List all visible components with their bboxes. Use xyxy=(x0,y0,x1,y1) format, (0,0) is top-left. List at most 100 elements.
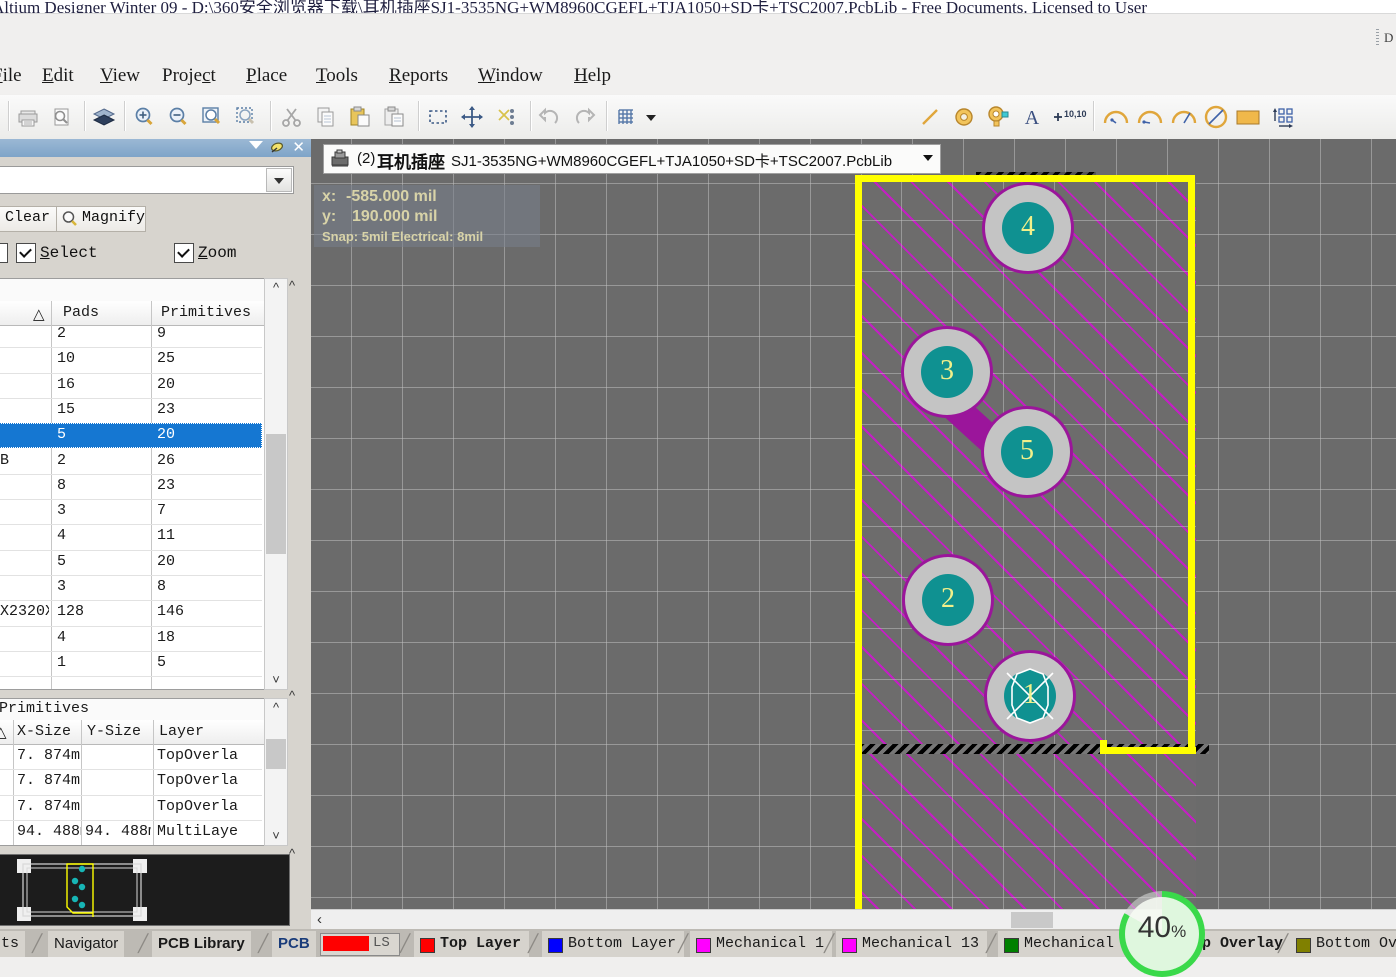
panel-tab-pcb-library[interactable]: PCB Library xyxy=(152,931,251,957)
column-header-pads[interactable]: Pads xyxy=(63,304,99,321)
component-preview[interactable] xyxy=(0,854,290,926)
table-cell-pads[interactable]: 8 xyxy=(57,477,147,494)
move-icon[interactable] xyxy=(458,103,486,131)
chevron-down-icon[interactable] xyxy=(249,141,263,149)
menu-item-edit[interactable]: Edit xyxy=(36,64,80,88)
window-grip[interactable]: D xyxy=(1372,26,1394,48)
string-icon[interactable]: A xyxy=(1018,103,1046,131)
scroll-up-icon[interactable]: ^ xyxy=(265,699,287,717)
menu-item-place[interactable]: Place xyxy=(240,64,293,88)
menu-item-project[interactable]: Project xyxy=(156,64,222,88)
print-icon[interactable] xyxy=(14,103,42,131)
table-cell-xsize[interactable]: 94. 488mi xyxy=(17,823,81,840)
panel-tab-pcb[interactable]: PCB xyxy=(272,931,316,957)
table-cell-primitives[interactable]: 5 xyxy=(157,654,257,671)
canvas-hscrollbar[interactable]: ‹ xyxy=(311,909,1396,930)
layer-tab-bottom-layer[interactable]: Bottom Layer xyxy=(542,931,685,957)
redo-icon[interactable] xyxy=(570,103,598,131)
via-icon[interactable] xyxy=(984,103,1012,131)
menu-item-tools[interactable]: Tools xyxy=(310,64,364,88)
layer-tab-mechanical-13[interactable]: Mechanical 13 xyxy=(836,931,988,957)
table-cell-xsize[interactable]: 7. 874mil xyxy=(17,747,81,764)
table-cell-pads[interactable]: 5 xyxy=(57,426,147,443)
menu-item-file[interactable]: File xyxy=(0,64,28,88)
table-cell-layer[interactable]: TopOverla xyxy=(157,798,257,815)
magnify-button[interactable]: Magnify xyxy=(56,206,146,232)
mask-filter-input[interactable] xyxy=(0,166,294,194)
layer-tab-top-layer[interactable]: Top Layer xyxy=(414,931,530,957)
table-cell-primitives[interactable]: 26 xyxy=(157,452,257,469)
scrollbar-thumb[interactable] xyxy=(266,739,286,769)
pad-4[interactable]: 4 xyxy=(985,185,1071,271)
close-icon[interactable]: ✕ xyxy=(292,138,305,156)
table-cell-pads[interactable]: 10 xyxy=(57,350,147,367)
table-cell-primitives[interactable]: 18 xyxy=(157,629,257,646)
pcb-canvas[interactable]: 4 3 5 2 1 x: -585.000 mil y: 190.000 mil… xyxy=(311,139,1396,929)
table-cell-pads[interactable]: 16 xyxy=(57,376,147,393)
table-cell-xsize[interactable]: 7. 874mil xyxy=(17,798,81,815)
table-cell-primitives[interactable]: 11 xyxy=(157,527,257,544)
table-cell-layer[interactable]: TopOverla xyxy=(157,772,257,789)
select-area-icon[interactable] xyxy=(424,103,452,131)
column-header-xsize[interactable]: X-Size xyxy=(17,723,71,740)
table-cell-primitives[interactable]: 146 xyxy=(157,603,257,620)
menu-item-reports[interactable]: Reports xyxy=(383,64,454,88)
fill-icon[interactable] xyxy=(1232,103,1264,131)
zoom-in-icon[interactable] xyxy=(130,103,158,131)
menu-item-window[interactable]: Window xyxy=(472,64,549,88)
table-cell-pads[interactable]: 3 xyxy=(57,502,147,519)
table-cell-primitives[interactable]: 20 xyxy=(157,376,257,393)
column-header-primitives[interactable]: Primitives xyxy=(161,304,251,321)
panel-tab-navigator[interactable]: Navigator xyxy=(48,931,125,957)
paste-special-icon[interactable] xyxy=(380,103,408,131)
pad-icon[interactable] xyxy=(950,103,978,131)
table-cell-pads[interactable]: 15 xyxy=(57,401,147,418)
clear-button[interactable]: Clear xyxy=(0,206,60,232)
table-cell-pads[interactable]: 2 xyxy=(57,325,147,342)
checkbox-filter[interactable] xyxy=(0,243,8,263)
column-header-layer[interactable]: Layer xyxy=(159,723,204,740)
zoom-checkbox[interactable] xyxy=(174,243,194,263)
table-cell-primitives[interactable]: 23 xyxy=(157,401,257,418)
table-cell-primitives[interactable]: 23 xyxy=(157,477,257,494)
scroll-up-icon[interactable]: ^ xyxy=(265,279,287,297)
table-cell-layer[interactable]: MultiLaye xyxy=(157,823,257,840)
table-cell-ysize[interactable]: 94. 488mi xyxy=(85,823,151,840)
undo-icon[interactable] xyxy=(536,103,564,131)
table-cell-name[interactable]: AB xyxy=(0,452,49,469)
table-cell-name[interactable]: 0X2320X xyxy=(0,603,49,620)
table-cell-xsize[interactable]: 7. 874mil xyxy=(17,772,81,789)
table-cell-pads[interactable]: 1 xyxy=(57,654,147,671)
pad-3[interactable]: 3 xyxy=(904,329,990,415)
table-cell-pads[interactable]: 4 xyxy=(57,629,147,646)
zoom-document-icon[interactable] xyxy=(198,103,226,131)
table-cell-pads[interactable]: 3 xyxy=(57,578,147,595)
board-layers-icon[interactable] xyxy=(90,103,118,131)
sort-ascending-icon[interactable]: △ xyxy=(0,723,7,742)
table-cell-primitives[interactable]: 20 xyxy=(157,553,257,570)
pin-icon[interactable] xyxy=(269,140,285,156)
line-icon[interactable] xyxy=(916,103,944,131)
arc-center-icon[interactable] xyxy=(1100,103,1132,131)
table-cell-pads[interactable]: 5 xyxy=(57,553,147,570)
panel-splitter-top-icon[interactable]: ^ xyxy=(289,278,295,293)
components-grid-scrollbar[interactable]: ^ ˅ xyxy=(264,278,288,690)
cut-icon[interactable] xyxy=(278,103,306,131)
clear-selection-icon[interactable] xyxy=(492,103,520,131)
layer-sets-button[interactable]: LS xyxy=(320,933,400,956)
coordinate-icon[interactable]: 10,10 xyxy=(1048,103,1088,131)
scroll-down-icon[interactable]: ˅ xyxy=(265,827,287,845)
table-cell-pads[interactable]: 128 xyxy=(57,603,147,620)
chevron-left-icon[interactable]: ‹ xyxy=(317,911,322,928)
primitives-grid[interactable]: Primitives △ X-Size Y-Size Layer 7. 874m… xyxy=(0,698,265,846)
chevron-down-icon[interactable] xyxy=(266,168,292,192)
table-cell-primitives[interactable]: 7 xyxy=(157,502,257,519)
copy-icon[interactable] xyxy=(312,103,340,131)
arc-any-angle-icon[interactable] xyxy=(1168,103,1200,131)
menu-item-view[interactable]: View xyxy=(94,64,146,88)
print-preview-icon[interactable] xyxy=(48,103,76,131)
sort-ascending-icon[interactable]: △ xyxy=(33,305,45,324)
table-cell-primitives[interactable]: 8 xyxy=(157,578,257,595)
layer-tab-bottom-overlay[interactable]: Bottom Ove xyxy=(1290,931,1396,957)
pad-5[interactable]: 5 xyxy=(984,409,1070,495)
